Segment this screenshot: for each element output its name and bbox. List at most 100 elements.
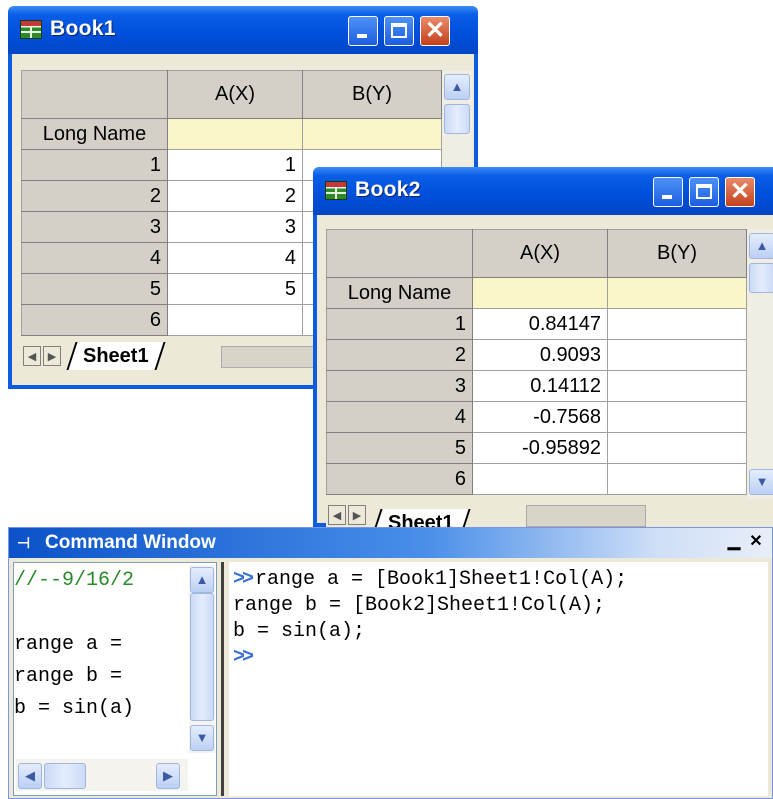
cell-b[interactable] (607, 432, 747, 464)
sheet-tab-label: Sheet1 (83, 345, 149, 367)
maximize-button[interactable] (384, 16, 414, 46)
panel-splitter[interactable] (221, 562, 224, 796)
row-header[interactable]: 6 (21, 304, 168, 336)
command-window: ⊣ Command Window ▁ ✕ //--9/16/2 range a … (8, 527, 773, 799)
close-button[interactable]: ✕ (420, 16, 450, 46)
sheet-tab[interactable]: Sheet1 (371, 509, 471, 527)
cell-b[interactable] (607, 339, 747, 371)
sheet-prev-icon[interactable]: ◀ (23, 346, 41, 366)
corner-cell[interactable] (21, 70, 168, 119)
row-header[interactable]: 3 (326, 370, 473, 402)
command-line[interactable]: >> range a = [Book1]Sheet1!Col(A); (233, 568, 627, 591)
prompt-icon: >> (233, 568, 254, 591)
cell-a[interactable]: 0.9093 (472, 339, 608, 371)
history-item[interactable]: //--9/16/2 (14, 569, 134, 592)
long-name-cell-b[interactable] (302, 118, 442, 150)
maximize-icon (696, 184, 712, 199)
column-header-a[interactable]: A(X) (472, 229, 608, 278)
scroll-up-icon[interactable]: ▲ (190, 567, 214, 593)
minimize-button[interactable] (653, 177, 683, 207)
command-line[interactable]: b = sin(a); (233, 620, 365, 643)
command-input-area[interactable]: >> range a = [Book1]Sheet1!Col(A); range … (229, 562, 768, 796)
scroll-thumb[interactable] (749, 263, 773, 293)
long-name-label[interactable]: Long Name (21, 118, 168, 150)
scroll-thumb[interactable] (444, 104, 470, 134)
cell-b[interactable] (607, 370, 747, 402)
book2-titlebar[interactable]: Book2 ✕ (313, 167, 773, 215)
cell-a[interactable] (472, 463, 608, 495)
history-horizontal-scrollbar[interactable]: ◀ ▶ (16, 759, 188, 791)
scroll-up-icon[interactable]: ▲ (444, 74, 470, 100)
maximize-button[interactable] (689, 177, 719, 207)
history-item[interactable]: b = sin(a) (14, 697, 134, 720)
command-text: range a = [Book1]Sheet1!Col(A); (255, 568, 628, 591)
sheet-next-icon[interactable]: ▶ (348, 505, 366, 525)
scroll-down-icon[interactable]: ▼ (749, 469, 773, 495)
book2-sheet-bar: ◀ ▶ Sheet1 (326, 501, 773, 527)
cell-b[interactable] (607, 401, 747, 433)
scroll-down-icon[interactable]: ▼ (190, 725, 214, 751)
cell-a[interactable] (167, 304, 303, 336)
book1-titlebar[interactable]: Book1 ✕ (8, 6, 478, 54)
history-item[interactable]: range b = (14, 665, 122, 688)
workbook-icon (20, 20, 42, 39)
sheet-next-icon[interactable]: ▶ (43, 346, 61, 366)
cell-b[interactable] (607, 463, 747, 495)
row-header[interactable]: 2 (326, 339, 473, 371)
command-window-titlebar[interactable]: ⊣ Command Window ▁ ✕ (9, 528, 772, 558)
cell-a[interactable]: 3 (167, 211, 303, 243)
history-item[interactable]: range a = (14, 633, 122, 656)
sheet-prev-icon[interactable]: ◀ (328, 505, 346, 525)
book2-grid: A(X) B(Y) Long Name 1 0.84147 2 0.9093 3 0.… (326, 229, 747, 495)
row-header[interactable]: 6 (326, 463, 473, 495)
row-header[interactable]: 5 (326, 432, 473, 464)
cell-b[interactable] (607, 308, 747, 340)
column-header-b[interactable]: B(Y) (302, 70, 442, 119)
row-header[interactable]: 3 (21, 211, 168, 243)
cell-a[interactable]: 0.14112 (472, 370, 608, 402)
sheet-tab[interactable]: Sheet1 (66, 342, 166, 370)
row-header[interactable]: 1 (21, 149, 168, 181)
book2-vertical-scrollbar[interactable]: ▲ ▼ (747, 229, 773, 499)
cell-a[interactable]: 4 (167, 242, 303, 274)
minimize-icon[interactable]: ▁ (724, 532, 744, 552)
cell-a[interactable]: 0.84147 (472, 308, 608, 340)
book2-window: Book2 ✕ A(X) B(Y) Long Name 1 0.84147 2 0.… (313, 167, 773, 527)
cell-a[interactable]: -0.95892 (472, 432, 608, 464)
book2-title: Book2 (355, 178, 421, 201)
row-header[interactable]: 4 (21, 242, 168, 274)
history-vertical-scrollbar[interactable]: ▲ ▼ (189, 565, 215, 753)
long-name-cell-b[interactable] (607, 277, 747, 309)
long-name-cell-a[interactable] (472, 277, 608, 309)
command-prompt[interactable]: >> (233, 646, 255, 669)
minimize-button[interactable] (348, 16, 378, 46)
book1-horizontal-scrollbar[interactable] (221, 346, 321, 368)
cell-a[interactable]: -0.7568 (472, 401, 608, 433)
row-header[interactable]: 1 (326, 308, 473, 340)
scroll-left-icon[interactable]: ◀ (18, 763, 42, 789)
cell-a[interactable]: 5 (167, 273, 303, 305)
workbook-icon (325, 181, 347, 200)
book2-horizontal-scrollbar[interactable] (526, 505, 646, 527)
corner-cell[interactable] (326, 229, 473, 278)
command-line[interactable]: range b = [Book2]Sheet1!Col(A); (233, 594, 605, 617)
long-name-label[interactable]: Long Name (326, 277, 473, 309)
command-history-panel[interactable]: //--9/16/2 range a = range b = b = sin(a… (13, 562, 217, 796)
column-header-a[interactable]: A(X) (167, 70, 303, 119)
row-header[interactable]: 4 (326, 401, 473, 433)
row-header[interactable]: 5 (21, 273, 168, 305)
column-header-b[interactable]: B(Y) (607, 229, 747, 278)
row-header[interactable]: 2 (21, 180, 168, 212)
close-icon: ✕ (424, 17, 446, 44)
cell-a[interactable]: 1 (167, 149, 303, 181)
cell-a[interactable]: 2 (167, 180, 303, 212)
pin-icon[interactable]: ⊣ (17, 534, 37, 552)
close-button[interactable]: ✕ (725, 177, 755, 207)
scroll-up-icon[interactable]: ▲ (749, 233, 773, 259)
scroll-thumb[interactable] (44, 763, 86, 789)
scroll-right-icon[interactable]: ▶ (156, 763, 180, 789)
long-name-cell-a[interactable] (167, 118, 303, 150)
scroll-thumb[interactable] (190, 593, 214, 721)
close-icon[interactable]: ✕ (746, 532, 766, 552)
prompt-icon: >> (233, 646, 254, 669)
